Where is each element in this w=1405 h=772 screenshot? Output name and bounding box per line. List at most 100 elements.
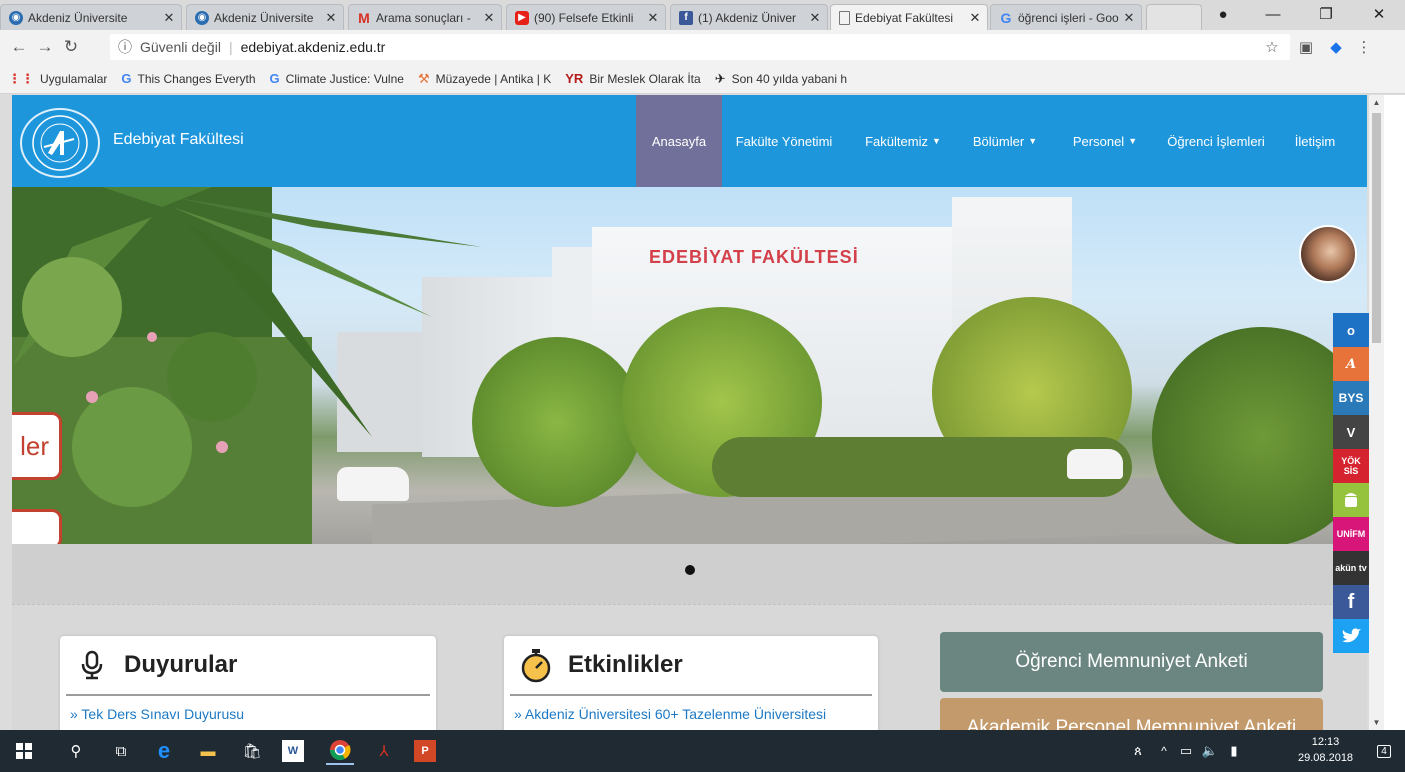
signature-icon[interactable]: A: [1333, 347, 1369, 381]
nav-anasayfa[interactable]: Anasayfa: [636, 95, 722, 187]
nav-fakulte-yonetimi[interactable]: Fakülte Yönetimi: [728, 95, 840, 187]
notifications-icon[interactable]: 4: [1370, 737, 1398, 765]
twitter-icon[interactable]: [1333, 619, 1369, 653]
google-icon: G: [1000, 9, 1012, 26]
outlook-icon[interactable]: o: [1333, 313, 1369, 347]
profile-icon[interactable]: ●: [1200, 0, 1246, 28]
announcement-link[interactable]: » Tek Ders Sınavı Duyurusu: [70, 706, 244, 722]
acrobat-icon[interactable]: ⅄: [370, 737, 398, 765]
menu-kebab-icon[interactable]: ⋮: [1354, 38, 1374, 56]
academic-survey-button[interactable]: Akademik Personel Memnuniyet Anketi: [940, 698, 1323, 730]
browser-tab-3[interactable]: M Arama sonuçları - ✕: [348, 4, 502, 30]
reload-icon[interactable]: ↻: [60, 36, 82, 58]
side-sign: [12, 509, 62, 544]
browser-tab-6-active[interactable]: Edebiyat Fakültesi ✕: [830, 4, 988, 30]
close-icon[interactable]: ✕: [1121, 10, 1137, 26]
etkinlikler-panel: Etkinlikler » Akdeniz Üniversitesi 60+ T…: [504, 636, 878, 730]
browser-tab-2[interactable]: ◉ Akdeniz Üniversite ✕: [186, 4, 344, 30]
nav-fakultemiz[interactable]: Fakültemiz ▼: [857, 95, 949, 187]
unifm-icon[interactable]: UNİFM: [1333, 517, 1369, 551]
bookmark-item[interactable]: ⚒ Müzayede | Antika | K: [418, 71, 551, 87]
browser-tab-5[interactable]: f (1) Akdeniz Üniver ✕: [670, 4, 828, 30]
facebook-icon[interactable]: f: [1333, 585, 1369, 619]
info-icon[interactable]: ⓘ: [118, 37, 132, 57]
page-scrollbar[interactable]: ▲ ▼: [1369, 95, 1384, 730]
bird-icon: ✈: [714, 70, 726, 86]
bookmark-item[interactable]: G Climate Justice: Vulne: [270, 71, 404, 86]
bookmark-label: Climate Justice: Vulne: [285, 71, 404, 86]
store-icon[interactable]: 🛍: [238, 737, 266, 765]
url-input[interactable]: ⓘ Güvenli değil | edebiyat.akdeniz.edu.t…: [110, 34, 1290, 60]
nav-label: Personel: [1072, 133, 1125, 149]
slider-dot[interactable]: [685, 565, 695, 575]
windows-start-icon[interactable]: [10, 737, 38, 765]
security-label: Güvenli değil: [140, 39, 221, 55]
window-edge: [1384, 95, 1405, 730]
task-view-icon[interactable]: ⧉: [107, 737, 135, 765]
search-icon[interactable]: ⚲: [62, 737, 90, 765]
close-icon[interactable]: ✕: [807, 10, 823, 26]
rail-label: V: [1346, 424, 1356, 440]
browser-tab-7[interactable]: G öğrenci işleri - Goo ✕: [990, 4, 1142, 30]
bookmark-item[interactable]: ✈ Son 40 yılda yabani h: [715, 71, 847, 87]
close-icon[interactable]: ✕: [323, 10, 339, 26]
bookmark-item[interactable]: G This Changes Everyth: [121, 71, 255, 86]
akun-tv-icon[interactable]: akün tv: [1333, 551, 1369, 585]
bookmark-label: Bir Meslek Olarak İta: [589, 71, 701, 86]
people-icon[interactable]: ጰ: [1124, 737, 1152, 765]
word-icon[interactable]: W: [282, 740, 304, 762]
youtube-icon: ▶: [515, 10, 529, 25]
apps-grid-icon: ⋮⋮: [8, 70, 34, 86]
window-close-icon[interactable]: ✕: [1356, 0, 1402, 28]
nav-bolumler[interactable]: Bölümler ▼: [963, 95, 1047, 187]
forward-arrow-icon[interactable]: →: [34, 36, 56, 58]
edge-icon[interactable]: e: [150, 737, 178, 765]
rail-label: UNİFM: [1336, 529, 1366, 539]
panel-divider: [66, 694, 430, 696]
rail-label: o: [1347, 322, 1355, 338]
bookmark-label: This Changes Everyth: [137, 71, 256, 86]
back-arrow-icon[interactable]: ←: [8, 36, 30, 58]
android-icon[interactable]: [1333, 483, 1369, 517]
scrollbar-thumb[interactable]: [1372, 113, 1381, 343]
yoksis-icon[interactable]: YÖK SİS: [1333, 449, 1369, 483]
scroll-up-icon[interactable]: ▲: [1369, 95, 1384, 110]
nav-ogrenci-islemleri[interactable]: Öğrenci İşlemleri: [1161, 95, 1271, 187]
v-icon[interactable]: V: [1333, 415, 1369, 449]
close-icon[interactable]: ✕: [481, 10, 497, 26]
student-survey-button[interactable]: Öğrenci Memnuniyet Anketi: [940, 632, 1323, 692]
university-logo[interactable]: [20, 108, 100, 178]
nav-personel[interactable]: Personel ▼: [1063, 95, 1147, 187]
scroll-down-icon[interactable]: ▼: [1369, 715, 1384, 730]
nav-iletisim[interactable]: İletişim: [1280, 95, 1350, 187]
page-viewport: Edebiyat Fakültesi Anasayfa Fakülte Yöne…: [12, 95, 1367, 730]
close-icon[interactable]: ✕: [967, 10, 983, 26]
bookmark-label: Uygulamalar: [40, 71, 108, 86]
extension-shield-icon[interactable]: ◆: [1326, 38, 1346, 56]
minimize-icon[interactable]: —: [1250, 0, 1296, 28]
close-icon[interactable]: ✕: [645, 10, 661, 26]
powerpoint-icon[interactable]: P: [414, 740, 436, 762]
battery-icon[interactable]: ▮: [1220, 737, 1248, 765]
new-tab-button[interactable]: [1146, 4, 1202, 30]
tab-label: öğrenci işleri - Goo: [1018, 10, 1119, 25]
event-link[interactable]: » Akdeniz Üniversitesi 60+ Tazelenme Üni…: [514, 706, 826, 722]
bookmark-star-icon[interactable]: ☆: [1262, 38, 1282, 56]
slider-pagination: [12, 544, 1367, 604]
system-clock[interactable]: 12:13 29.08.2018: [1298, 734, 1353, 766]
bys-icon[interactable]: BYS: [1333, 381, 1369, 415]
close-icon[interactable]: ✕: [161, 10, 177, 26]
extension-icon[interactable]: ▣: [1296, 38, 1316, 56]
chrome-icon[interactable]: [326, 737, 354, 765]
quick-links-rail: o A BYS V YÖK SİS UNİFM akün tv f: [1333, 313, 1369, 653]
bookmark-apps[interactable]: ⋮⋮ Uygulamalar: [8, 71, 107, 87]
browser-tab-strip: ◉ Akdeniz Üniversite ✕ ◉ Akdeniz Ünivers…: [0, 0, 1405, 30]
browser-tab-1[interactable]: ◉ Akdeniz Üniversite ✕: [0, 4, 182, 30]
restore-icon[interactable]: ❐: [1303, 0, 1349, 28]
file-explorer-icon[interactable]: ▬: [194, 737, 222, 765]
ataturk-portrait[interactable]: [1299, 225, 1357, 283]
hero-slider[interactable]: EDEBİYAT FAKÜLTESİ ler: [12, 187, 1367, 544]
site-title[interactable]: Edebiyat Fakültesi: [113, 131, 244, 149]
browser-tab-4[interactable]: ▶ (90) Felsefe Etkinli ✕: [506, 4, 666, 30]
bookmark-item[interactable]: YR Bir Meslek Olarak İta: [565, 71, 700, 86]
